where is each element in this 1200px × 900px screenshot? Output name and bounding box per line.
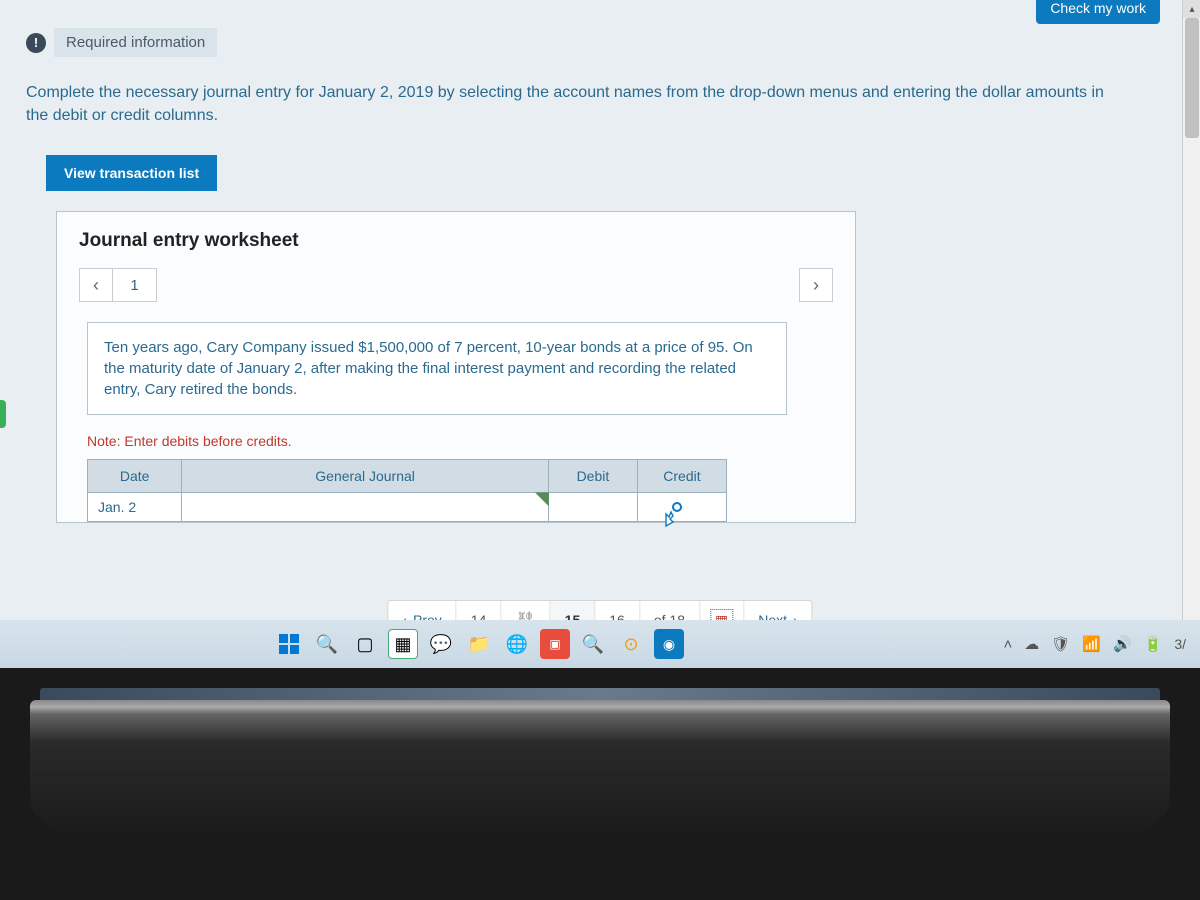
check-my-work-button[interactable]: Check my work xyxy=(1036,0,1160,24)
exclamation-icon: ! xyxy=(26,33,46,53)
taskbar-app-icon[interactable]: ▣ xyxy=(540,629,570,659)
journal-entry-worksheet-panel: Journal entry worksheet ‹ 1 › Ten years … xyxy=(56,211,856,523)
taskbar-app-icon[interactable]: ▦ xyxy=(388,629,418,659)
cell-general-journal-dropdown[interactable] xyxy=(182,493,549,522)
tray-security-icon[interactable]: 🛡 xyxy=(1051,635,1070,653)
column-header-general-journal: General Journal xyxy=(182,460,549,493)
instructions-text: Complete the necessary journal entry for… xyxy=(26,81,1126,127)
left-edge-tab[interactable] xyxy=(0,400,6,428)
tray-volume-icon[interactable]: 🔊 xyxy=(1113,635,1132,653)
taskbar-task-view-icon[interactable]: ▢ xyxy=(350,629,380,659)
taskbar-app-icon[interactable]: ◉ xyxy=(654,629,684,659)
journal-entry-table: Date General Journal Debit Credit Jan. 2 xyxy=(87,459,727,522)
worksheet-page-number[interactable]: 1 xyxy=(113,268,157,302)
tray-wifi-icon[interactable]: 📶 xyxy=(1082,635,1101,653)
worksheet-next-button[interactable]: › xyxy=(799,268,833,302)
column-header-date: Date xyxy=(88,460,182,493)
view-transaction-list-button[interactable]: View transaction list xyxy=(46,155,217,191)
taskbar-edge-icon[interactable]: 🌐 xyxy=(502,629,532,659)
table-row: Jan. 2 xyxy=(88,493,727,522)
worksheet-title: Journal entry worksheet xyxy=(79,230,833,252)
vertical-scrollbar[interactable]: ▴ ▾ xyxy=(1182,0,1200,660)
required-information-label: Required information xyxy=(54,28,217,57)
taskbar-search-icon[interactable]: 🔍 xyxy=(312,629,342,659)
problem-description: Ten years ago, Cary Company issued $1,50… xyxy=(87,322,787,415)
taskbar-app-icon[interactable]: 🔍 xyxy=(578,629,608,659)
worksheet-prev-button[interactable]: ‹ xyxy=(79,268,113,302)
note-text: Note: Enter debits before credits. xyxy=(87,433,825,449)
column-header-credit: Credit xyxy=(637,460,726,493)
cell-date[interactable]: Jan. 2 xyxy=(88,493,182,522)
laptop-base xyxy=(30,700,1170,840)
taskbar-chat-icon[interactable]: 💬 xyxy=(426,629,456,659)
cell-credit[interactable] xyxy=(637,493,726,522)
cell-debit[interactable] xyxy=(548,493,637,522)
column-header-debit: Debit xyxy=(548,460,637,493)
tray-date-fragment[interactable]: 3/ xyxy=(1174,636,1186,652)
scrollbar-up-button[interactable]: ▴ xyxy=(1183,0,1200,18)
windows-taskbar[interactable]: 🔍 ▢ ▦ 💬 📁 🌐 ▣ 🔍 ⊙ ◉ ˄ ☁ 🛡 📶 🔊 🔋 3/ xyxy=(0,620,1200,668)
tray-chevron-up-icon[interactable]: ˄ xyxy=(1003,636,1012,653)
taskbar-file-explorer-icon[interactable]: 📁 xyxy=(464,629,494,659)
tray-battery-icon[interactable]: 🔋 xyxy=(1144,635,1163,653)
required-information-header: ! Required information xyxy=(26,28,1170,57)
tray-onedrive-icon[interactable]: ☁ xyxy=(1024,635,1039,653)
windows-start-icon[interactable] xyxy=(274,629,304,659)
taskbar-app-icon[interactable]: ⊙ xyxy=(616,629,646,659)
dropdown-handle-icon[interactable] xyxy=(535,492,549,506)
scrollbar-thumb[interactable] xyxy=(1185,18,1199,138)
